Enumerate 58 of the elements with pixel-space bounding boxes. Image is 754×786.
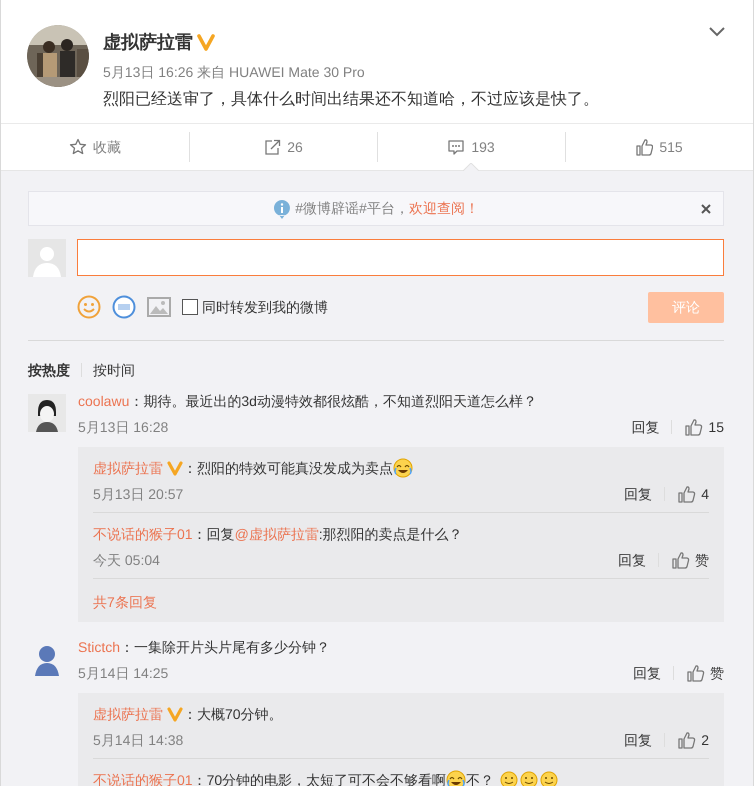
reply-time: 5月13日 20:57 [93,484,184,504]
thumbs-up-icon [677,730,696,750]
comment-text: ：期待。最近出的3d动漫特效都很炫酷，不知道烈阳天道怎么样？ [129,392,537,410]
commenter-name[interactable]: 不说话的猴子01 [93,524,193,544]
thumbs-up-icon [686,664,705,682]
reply-link[interactable]: 回复 [633,662,661,684]
reply-text: ：大概70分钟。 [183,704,283,724]
commenter-name[interactable]: 虚拟萨拉雷 [93,458,163,478]
reply-link[interactable]: 回复 [618,550,646,570]
chevron-down-icon[interactable] [708,26,726,38]
more-replies-link[interactable]: 共7条回复 [93,592,157,612]
commenter-name[interactable]: 虚拟萨拉雷 [93,704,163,724]
thumbs-up-icon [677,484,696,504]
like-button[interactable]: 2 [677,730,709,750]
like-button[interactable]: 赞 [686,662,724,684]
like-button[interactable]: 赞 [671,550,709,570]
commenter-name[interactable]: coolawu [78,390,130,412]
reply-link[interactable]: 回复 [624,484,652,504]
close-icon[interactable] [701,204,711,214]
reply-time: 5月14日 14:38 [93,730,184,750]
action-button[interactable]: 193 [443,132,499,162]
comment-icon [447,138,466,156]
avatar-icon [28,394,66,432]
commenter-name[interactable]: Stictch [78,636,120,658]
thumbs-up-icon [635,138,654,156]
comment-input-field[interactable] [77,239,724,276]
reply-link[interactable]: 回复 [624,730,652,750]
post-text: 烈阳已经送审了，具体什么时间出结果还不知道哈，不过应该是快了。 [103,90,599,110]
comment-text: ：一集除开片头片尾有多少分钟？ [120,638,330,656]
mention-link[interactable]: @虚拟萨拉雷 [234,524,319,544]
info-icon [273,198,292,218]
repost-label: 同时转发到我的微博 [202,298,328,316]
avatar-placeholder-icon [28,239,66,277]
thumbs-up-icon [684,418,704,436]
repost-checkbox[interactable] [182,299,198,315]
like-button[interactable]: 4 [677,484,709,504]
thumbs-up-icon [671,550,690,570]
author-name[interactable]: 虚拟萨拉雷 [103,28,193,56]
share-icon [263,138,282,156]
notice-text: #微博辟谣#平台，欢迎查阅！ [295,199,479,218]
image-icon[interactable] [147,296,171,318]
notice-link[interactable]: 欢迎查阅！ [408,200,479,216]
reply-text: 不？ [466,770,494,786]
action-button[interactable]: 515 [631,132,687,162]
reply-text: ：烈阳的特效可能真没发成为卖点 [183,458,393,478]
reply-time: 今天 05:04 [93,550,160,570]
reply-text: ：回复@虚拟萨拉雷:那烈阳的卖点是什么？ [192,524,463,544]
comment-time: 5月14日 14:25 [78,664,168,682]
action-button[interactable]: 26 [259,132,307,162]
smiley-icon[interactable] [77,295,101,319]
action-button[interactable]: 收藏 [65,132,125,162]
like-button[interactable]: 15 [684,416,724,438]
reply-link[interactable]: 回复 [631,416,660,438]
sort-tab[interactable]: 按时间 [93,360,135,380]
comment-time: 5月13日 16:28 [78,418,168,436]
sort-tab[interactable]: 按热度 [28,360,70,380]
post-meta: 5月13日 16:26 来自 HUAWEI Mate 30 Pro [103,63,366,82]
star-icon [69,138,87,156]
